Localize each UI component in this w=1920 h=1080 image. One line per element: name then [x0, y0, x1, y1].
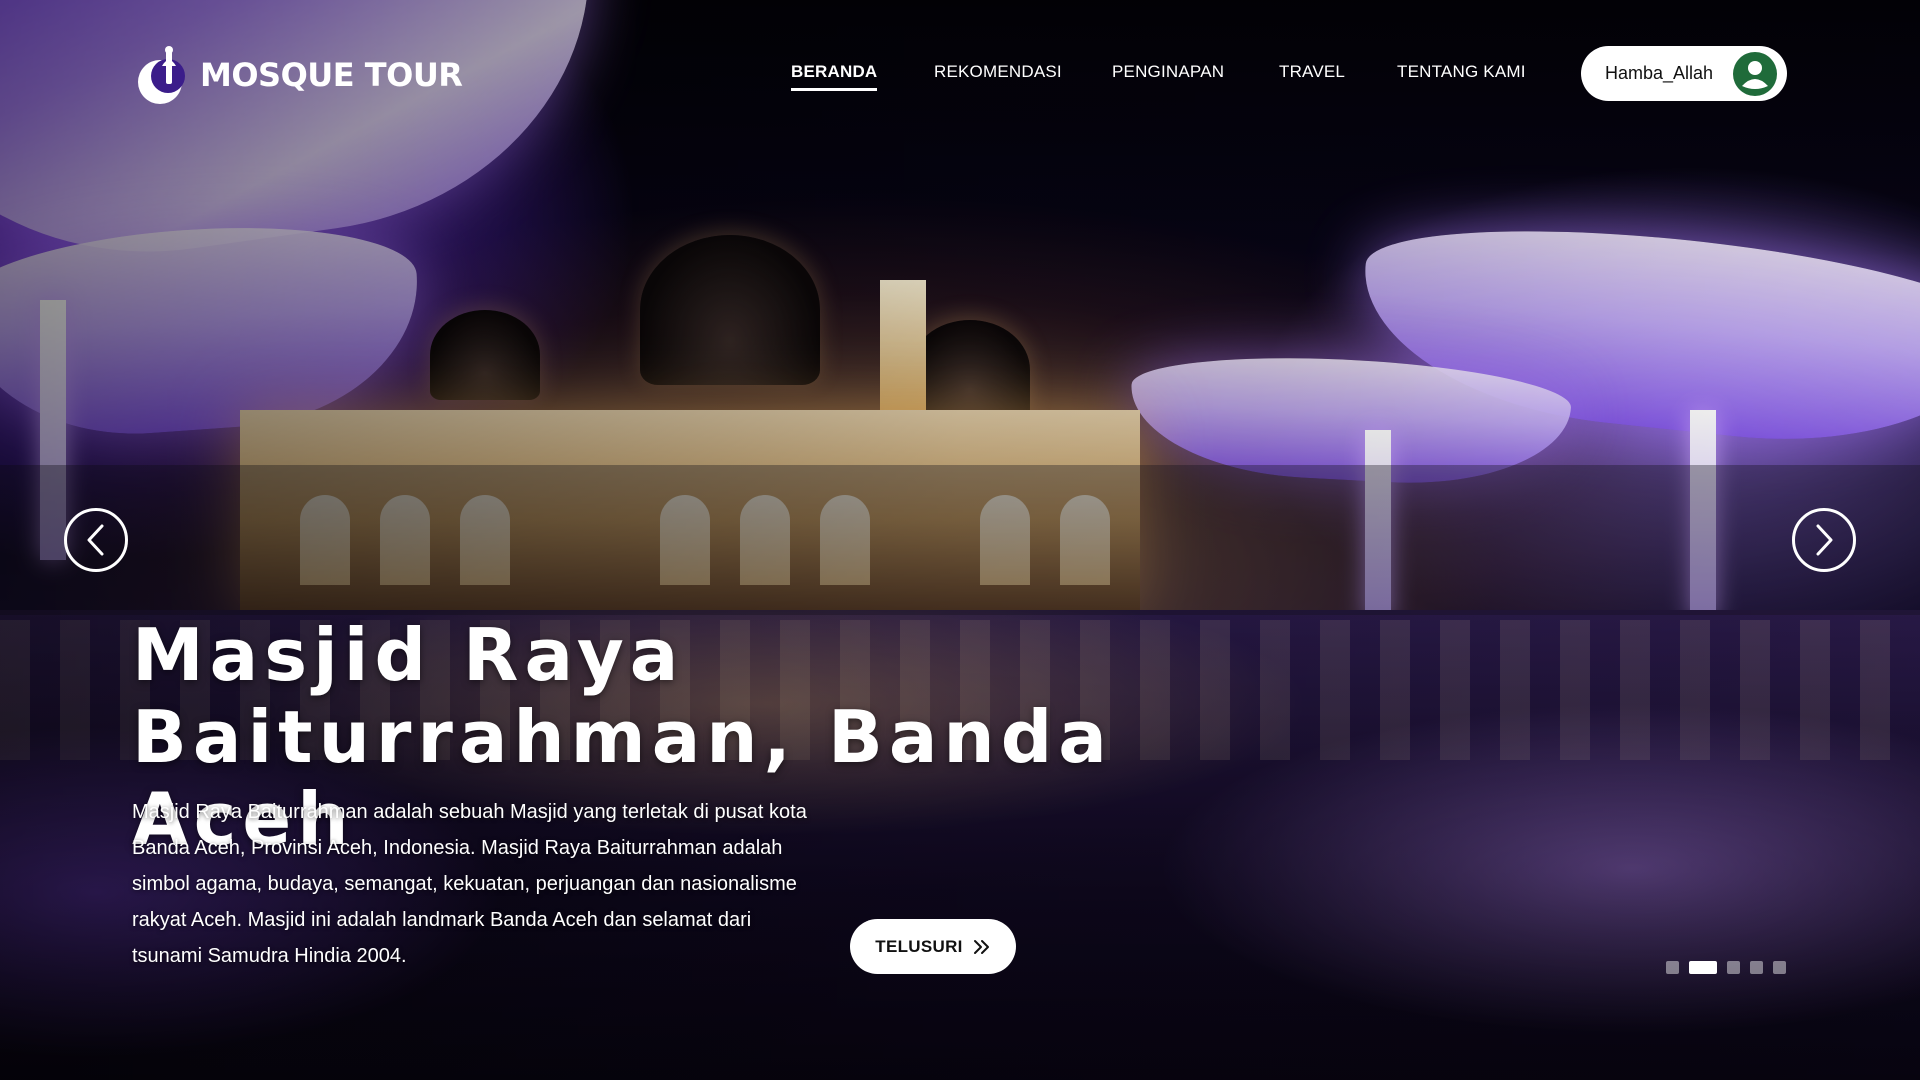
- top-navbar: MOSQUE TOUR BERANDA REKOMENDASI PENGINAP…: [0, 0, 1920, 150]
- nav-item-penginapan[interactable]: PENGINAPAN: [1112, 62, 1224, 82]
- double-chevron-right-icon: [973, 939, 989, 954]
- hero-description: Masjid Raya Baiturrahman adalah sebuah M…: [132, 801, 807, 967]
- carousel-dot-4[interactable]: [1750, 961, 1763, 974]
- mosque-logo-icon: [138, 46, 185, 104]
- user-name: Hamba_Allah: [1605, 63, 1714, 83]
- brand-logo[interactable]: MOSQUE TOUR: [132, 44, 463, 106]
- brand-name: MOSQUE TOUR: [200, 56, 463, 94]
- hero-title-line-1: Masjid Raya: [132, 613, 685, 697]
- carousel-prev-button[interactable]: [64, 508, 128, 572]
- chevron-right-icon: [1816, 524, 1833, 556]
- carousel-dot-5[interactable]: [1773, 961, 1786, 974]
- carousel-next-button[interactable]: [1792, 508, 1856, 572]
- user-avatar-icon: [1733, 51, 1777, 96]
- telusuri-button[interactable]: TELUSURI: [850, 919, 1016, 974]
- nav-item-beranda[interactable]: BERANDA: [791, 62, 878, 91]
- nav-item-tentang-kami[interactable]: TENTANG KAMI: [1397, 62, 1526, 82]
- carousel-dot-2[interactable]: [1689, 961, 1717, 974]
- chevron-left-icon: [87, 524, 104, 556]
- telusuri-label: TELUSURI: [875, 936, 963, 956]
- carousel-dot-1[interactable]: [1666, 961, 1679, 974]
- nav-item-travel[interactable]: TRAVEL: [1279, 62, 1345, 82]
- nav-item-rekomendasi[interactable]: REKOMENDASI: [934, 62, 1062, 82]
- user-account-button[interactable]: Hamba_Allah: [1581, 46, 1787, 101]
- carousel-dot-3[interactable]: [1727, 961, 1740, 974]
- carousel-pagination: [1666, 961, 1786, 974]
